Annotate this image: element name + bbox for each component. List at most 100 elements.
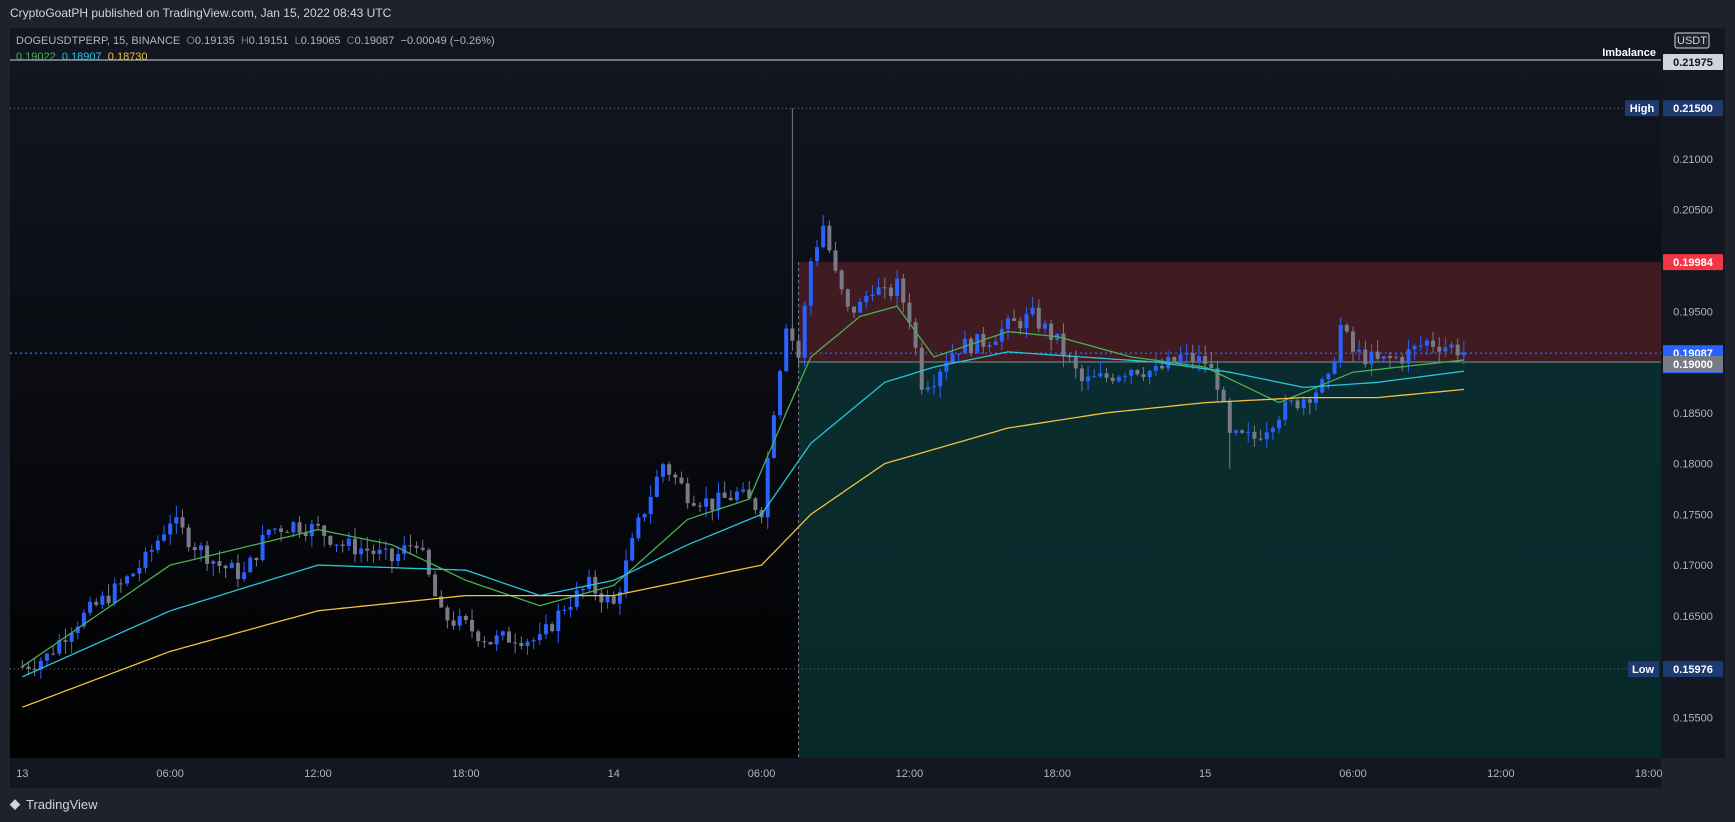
candle bbox=[876, 287, 881, 295]
candle bbox=[1110, 377, 1115, 382]
candle bbox=[1123, 375, 1128, 377]
candle bbox=[913, 322, 918, 348]
candle bbox=[741, 489, 746, 492]
x-tick-label: 18:00 bbox=[1044, 768, 1072, 780]
high-price-badge[interactable]: 0.21500 bbox=[1663, 100, 1723, 117]
brand-name: TradingView bbox=[26, 796, 98, 812]
candle bbox=[352, 538, 357, 555]
ma-slow-value: 0.18730 bbox=[107, 51, 148, 63]
candle bbox=[242, 572, 247, 580]
candle bbox=[827, 225, 832, 251]
candle bbox=[235, 562, 240, 580]
candle bbox=[716, 492, 721, 511]
x-tick-label: 12:00 bbox=[304, 768, 332, 780]
high-label: H bbox=[240, 35, 249, 47]
ma-fast-value: 0.19022 bbox=[16, 51, 56, 63]
candle bbox=[100, 595, 105, 605]
candle bbox=[1387, 356, 1392, 359]
candle bbox=[1350, 331, 1355, 352]
candle bbox=[1449, 344, 1454, 348]
price-chart[interactable]: 0.155000.160000.165000.170000.175000.180… bbox=[0, 0, 1735, 822]
candle bbox=[457, 616, 462, 626]
candle bbox=[316, 523, 321, 526]
candle bbox=[44, 653, 49, 661]
candle bbox=[1116, 376, 1121, 382]
x-tick-label: 14 bbox=[608, 768, 620, 780]
candle bbox=[408, 545, 413, 547]
candle bbox=[254, 557, 259, 561]
candle bbox=[168, 523, 173, 535]
candle bbox=[51, 653, 56, 655]
y-tick-label: 0.17000 bbox=[1673, 560, 1713, 572]
footer-brand[interactable]: ◆ TradingView bbox=[10, 796, 98, 812]
candle bbox=[1147, 370, 1152, 378]
candle bbox=[272, 528, 277, 530]
imbalance-price-badge-text: 0.21975 bbox=[1673, 57, 1713, 69]
candle bbox=[1086, 376, 1091, 382]
candle bbox=[1270, 428, 1275, 433]
candle bbox=[888, 287, 893, 296]
candle bbox=[476, 631, 481, 642]
candle bbox=[180, 517, 185, 528]
red-level-badge[interactable]: 0.19984 bbox=[1663, 254, 1723, 271]
candle bbox=[131, 573, 136, 577]
candle bbox=[1012, 318, 1017, 321]
candle bbox=[1172, 357, 1177, 362]
candle bbox=[999, 329, 1004, 342]
candle bbox=[414, 545, 419, 548]
candle bbox=[211, 561, 216, 564]
high-label: High bbox=[1630, 103, 1655, 115]
candle bbox=[500, 631, 505, 636]
candle bbox=[494, 635, 499, 645]
x-tick-label: 18:00 bbox=[452, 768, 480, 780]
currency-badge[interactable]: USDT bbox=[1674, 32, 1710, 49]
candle bbox=[1277, 419, 1282, 429]
candle bbox=[839, 270, 844, 290]
mid-level-badge[interactable]: 0.19000 bbox=[1663, 356, 1723, 373]
candle bbox=[137, 567, 142, 574]
candle bbox=[340, 544, 345, 546]
high-value: 0.19151 bbox=[248, 35, 289, 47]
candle bbox=[162, 534, 167, 541]
candle bbox=[1135, 370, 1140, 375]
candle bbox=[1018, 320, 1023, 329]
candle bbox=[1196, 356, 1201, 363]
y-tick-label: 0.15500 bbox=[1673, 712, 1713, 724]
candle bbox=[697, 505, 702, 507]
candle bbox=[1049, 323, 1054, 340]
candle bbox=[125, 576, 130, 584]
candle bbox=[118, 583, 123, 585]
x-tick-label: 13 bbox=[16, 768, 28, 780]
candle bbox=[790, 328, 795, 341]
candle bbox=[605, 596, 610, 603]
candle bbox=[112, 583, 117, 604]
candle bbox=[556, 610, 561, 632]
price-axis[interactable] bbox=[1661, 28, 1725, 758]
low-label-tag: Low bbox=[1628, 661, 1659, 678]
candle bbox=[525, 641, 530, 647]
candle bbox=[334, 544, 339, 546]
y-tick-label: 0.21000 bbox=[1673, 154, 1713, 166]
candle bbox=[808, 261, 813, 306]
candle bbox=[1461, 352, 1466, 356]
candle bbox=[993, 341, 998, 345]
symbol-name[interactable]: DOGEUSDTPERP, 15, BINANCE bbox=[16, 35, 180, 47]
candle bbox=[833, 250, 838, 271]
candle bbox=[506, 631, 511, 643]
candle bbox=[574, 590, 579, 607]
candle bbox=[1036, 307, 1041, 329]
candle bbox=[1437, 346, 1442, 352]
open-label: O bbox=[186, 35, 195, 47]
high-label-tag: High bbox=[1625, 100, 1659, 117]
imbalance-price-badge[interactable]: 0.21975 bbox=[1663, 53, 1723, 70]
low-price-badge[interactable]: 0.15976 bbox=[1663, 661, 1723, 678]
x-tick-label: 06:00 bbox=[156, 768, 184, 780]
candle bbox=[1190, 352, 1195, 363]
close-value: 0.19087 bbox=[354, 35, 395, 47]
candle bbox=[260, 534, 265, 561]
candle bbox=[611, 596, 616, 604]
time-axis[interactable] bbox=[10, 758, 1661, 788]
candle bbox=[1233, 430, 1238, 433]
x-tick-label: 18:00 bbox=[1635, 768, 1663, 780]
candle bbox=[1357, 349, 1362, 352]
